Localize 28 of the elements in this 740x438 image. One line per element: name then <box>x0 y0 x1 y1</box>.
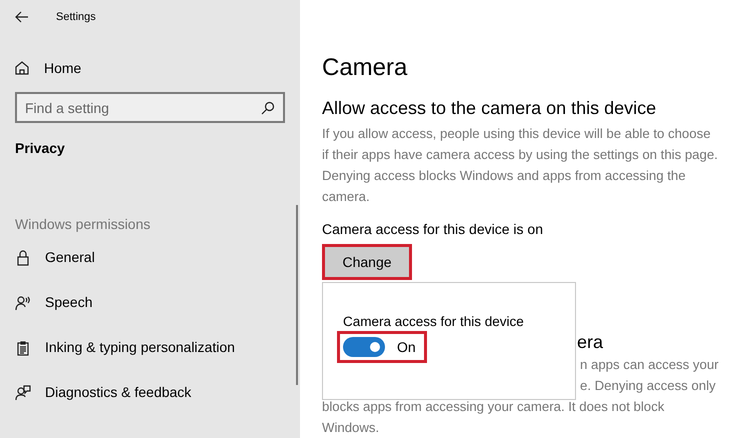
search-field[interactable]: Find a setting <box>15 92 285 123</box>
section-heading: Allow access to the camera on this device <box>322 97 658 120</box>
sidebar-item[interactable]: Speech <box>0 280 300 325</box>
sidebar-item[interactable]: Diagnostics & feedback <box>0 370 300 415</box>
description-text: If you allow access, people using this device will be able to choose if their apps have camera access by using the settings on this page. Denying access blocks Windows and apps from accessing the camera. <box>322 125 719 206</box>
section-heading: era <box>577 331 604 354</box>
window-title: Settings <box>56 10 96 25</box>
toggle-switch[interactable]: On <box>337 331 427 363</box>
back-arrow-icon <box>14 9 30 25</box>
status-text: Camera access for this device is on <box>322 220 544 239</box>
page-title: Camera <box>322 53 408 83</box>
back-button[interactable] <box>14 9 30 25</box>
sidebar-item[interactable]: General <box>0 235 300 280</box>
person-chat-icon <box>15 384 31 400</box>
home-icon <box>14 60 30 76</box>
scrollbar[interactable] <box>296 205 298 385</box>
description-text: blocks apps from accessing your camera. It does not block Windows. <box>322 398 666 437</box>
toggle-label: Camera access for this device <box>343 313 525 331</box>
section-title: Privacy <box>15 139 66 158</box>
home-link[interactable]: Home <box>0 54 300 82</box>
search-icon <box>260 100 276 116</box>
description-text: n apps can access your e. Denying access only <box>580 356 719 395</box>
person-sound-icon <box>15 294 31 310</box>
group-heading: Windows permissions <box>15 215 152 234</box>
lock-icon <box>15 250 31 266</box>
clipboard-icon <box>15 340 31 356</box>
sidebar-item[interactable]: Inking & typing personalization <box>0 325 300 370</box>
change-button[interactable]: Change <box>322 244 412 280</box>
